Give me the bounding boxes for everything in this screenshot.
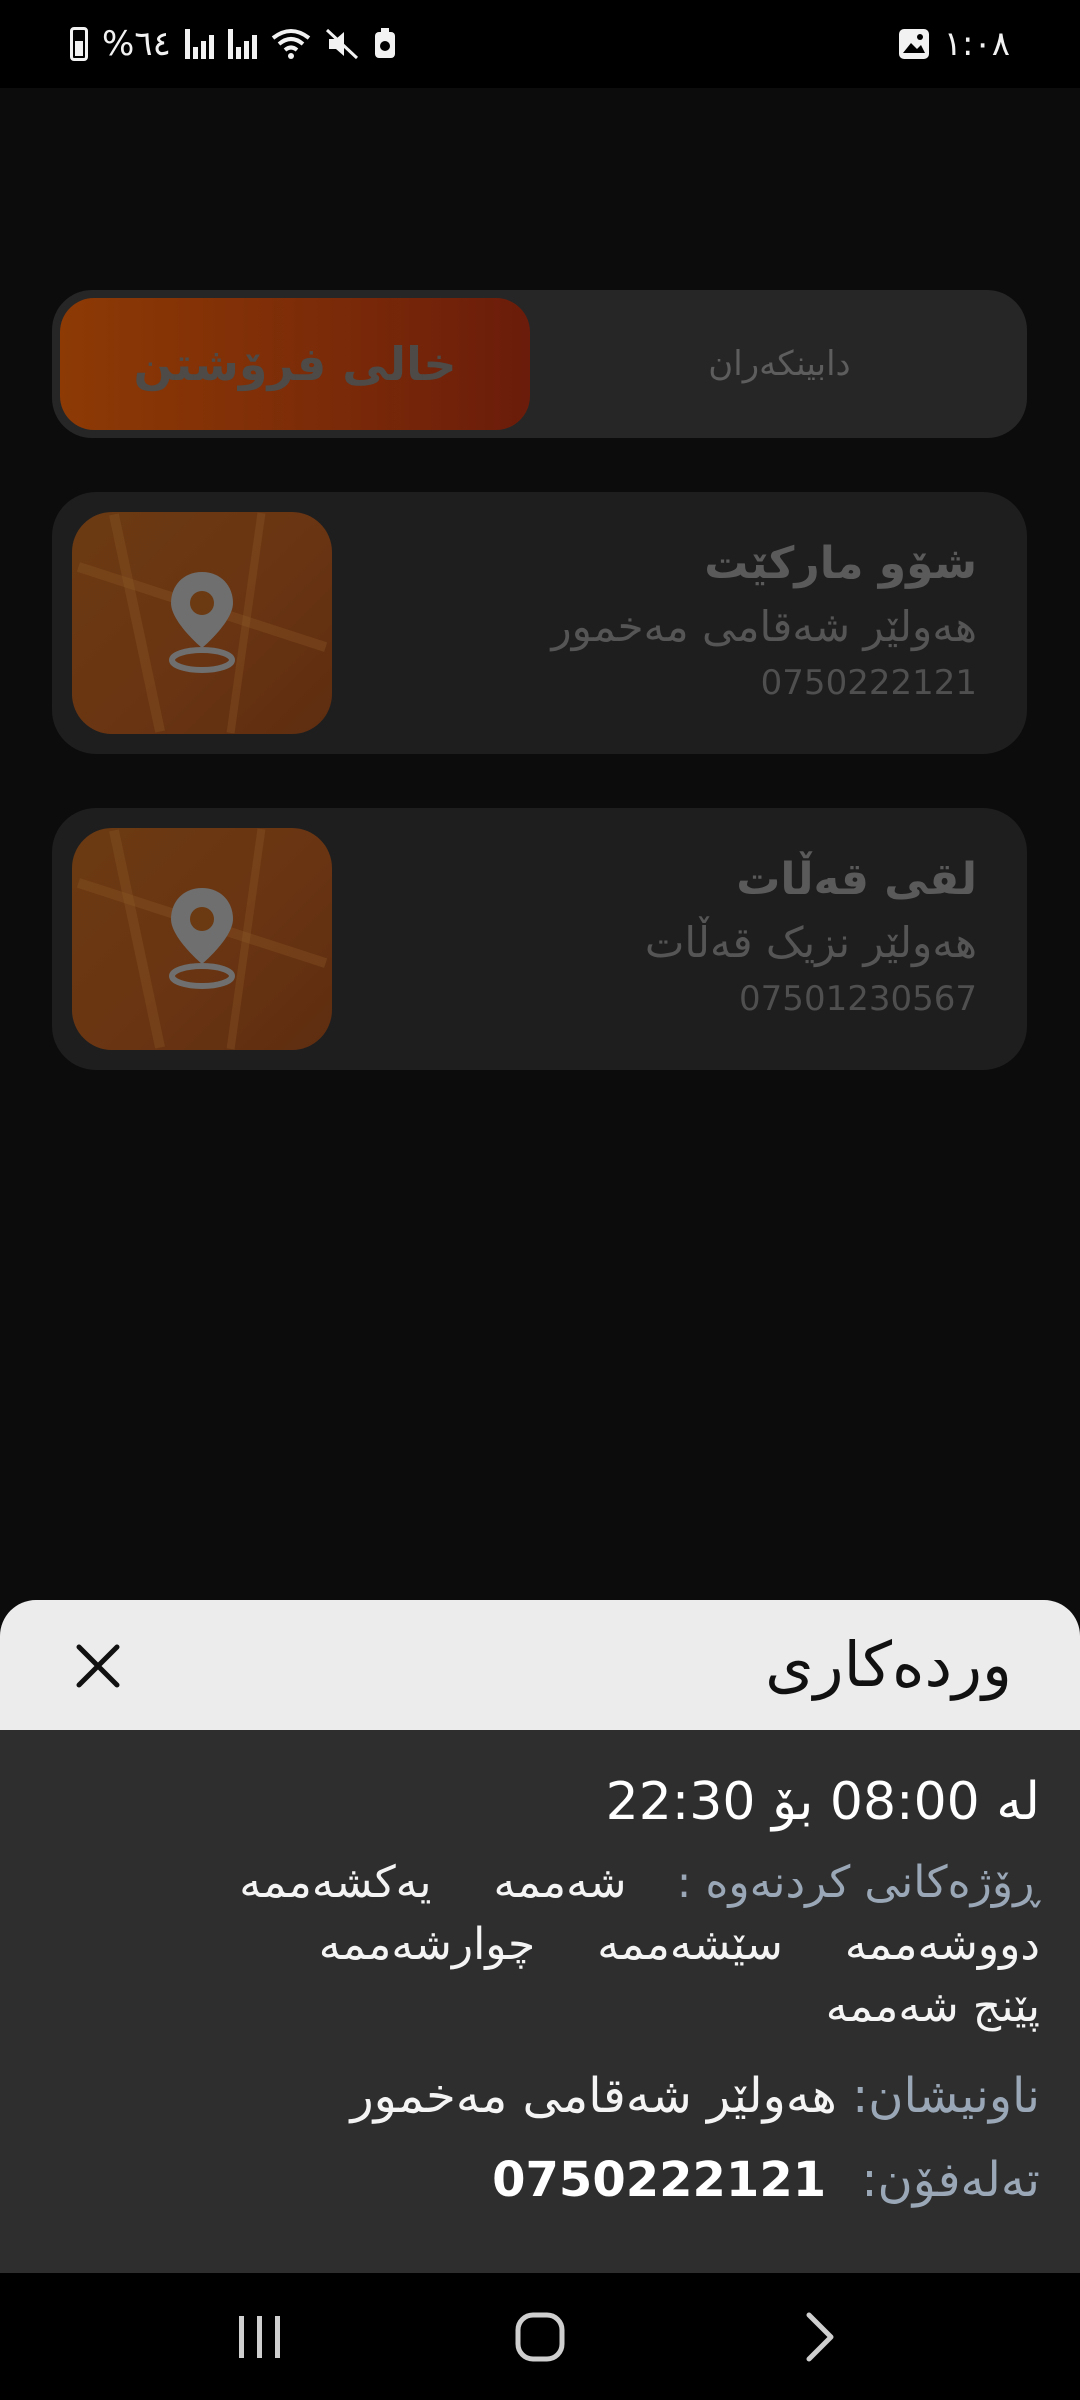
battery-percent: %٦٤ bbox=[102, 24, 171, 64]
mute-icon bbox=[325, 28, 359, 60]
tab-retail[interactable]: خالی فرۆشتن bbox=[60, 298, 530, 430]
store-phone: 07501230567 bbox=[739, 979, 977, 1019]
status-left: %٦٤ bbox=[70, 24, 397, 64]
store-name: لقی قەڵات bbox=[736, 854, 977, 905]
store-info: شۆو مارکێت هەولێر شەقامی مەخمور 07502221… bbox=[357, 532, 977, 708]
details-sheet-header: وردەکاری bbox=[0, 1600, 1080, 1730]
store-address: هەولێر شەقامی مەخمور bbox=[551, 602, 977, 651]
home-icon bbox=[515, 2312, 565, 2361]
location-pin-icon bbox=[167, 886, 237, 994]
day-item: پێنج شەممە bbox=[825, 1981, 1040, 2032]
tab-switcher: خالی فرۆشتن دابینکەران bbox=[52, 290, 1027, 438]
store-address: هەولێر نزیک قەڵات bbox=[644, 918, 977, 967]
home-button[interactable] bbox=[480, 2287, 600, 2387]
day-item: چوارشەممە bbox=[318, 1919, 536, 1970]
clock: ١:٠٨ bbox=[943, 24, 1010, 64]
main-content: خالی فرۆشتن دابینکەران شۆو مارکێت هەولێر… bbox=[0, 88, 1080, 1600]
status-bar: %٦٤ ١:٠٨ bbox=[0, 0, 1080, 88]
system-navigation-bar bbox=[0, 2273, 1080, 2400]
close-button[interactable] bbox=[60, 1628, 136, 1704]
store-card[interactable]: شۆو مارکێت هەولێر شەقامی مەخمور 07502221… bbox=[52, 492, 1027, 754]
map-thumbnail bbox=[72, 512, 332, 734]
location-pin-icon bbox=[167, 570, 237, 678]
map-thumbnail bbox=[72, 828, 332, 1050]
tab-suppliers[interactable]: دابینکەران bbox=[532, 290, 1027, 438]
store-info: لقی قەڵات هەولێر نزیک قەڵات 07501230567 bbox=[357, 848, 977, 1024]
signal-icon bbox=[184, 29, 214, 59]
details-sheet-body: لە 08:00 بۆ 22:30 ڕۆژەکانی کردنەوە : شەم… bbox=[0, 1730, 1080, 2273]
image-icon bbox=[898, 28, 930, 60]
signal-icon-2 bbox=[227, 29, 257, 59]
close-icon bbox=[76, 1644, 120, 1688]
back-chevron-icon bbox=[806, 2312, 834, 2361]
address-value: هەولێر شەقامی مەخمور bbox=[350, 2068, 837, 2124]
day-item: سێشەممە bbox=[597, 1919, 783, 1970]
day-item: یەکشەممە bbox=[239, 1857, 432, 1908]
recent-apps-button[interactable] bbox=[200, 2287, 320, 2387]
back-button[interactable] bbox=[760, 2287, 880, 2387]
store-card[interactable]: لقی قەڵات هەولێر نزیک قەڵات 07501230567 bbox=[52, 808, 1027, 1070]
phone-value[interactable]: 0750222121 bbox=[492, 2152, 826, 2208]
sheet-title: وردەکاری bbox=[765, 1628, 1012, 1701]
status-right: ١:٠٨ bbox=[898, 24, 1010, 64]
tab-retail-label: خالی فرۆشتن bbox=[133, 337, 457, 391]
store-phone: 0750222121 bbox=[760, 663, 977, 703]
app-screen: %٦٤ ١:٠٨ خالی فرۆشتن دابینکەران شۆو مارک… bbox=[0, 0, 1080, 2400]
day-item: شەممە bbox=[493, 1857, 627, 1908]
day-item: دووشەممە bbox=[844, 1919, 1040, 1970]
open-days-label: ڕۆژەکانی کردنەوە : bbox=[676, 1857, 1040, 1908]
recent-apps-icon bbox=[239, 2315, 280, 2358]
wifi-icon bbox=[271, 28, 311, 60]
phone-label: تەلەفۆن: bbox=[861, 2152, 1040, 2208]
battery-saver-icon bbox=[373, 28, 397, 60]
battery-icon bbox=[70, 27, 88, 61]
open-days: ڕۆژەکانی کردنەوە : شەممە یەکشەممە دووشەم… bbox=[80, 1852, 1040, 2038]
address-label: ناونیشان: bbox=[852, 2068, 1040, 2124]
address-row: ناونیشان: هەولێر شەقامی مەخمور bbox=[60, 2068, 1040, 2124]
tab-suppliers-label: دابینکەران bbox=[708, 344, 851, 384]
phone-row: تەلەفۆن: 0750222121 bbox=[60, 2152, 1040, 2208]
store-name: شۆو مارکێت bbox=[704, 538, 977, 589]
opening-hours: لە 08:00 بۆ 22:30 bbox=[605, 1772, 1040, 1832]
